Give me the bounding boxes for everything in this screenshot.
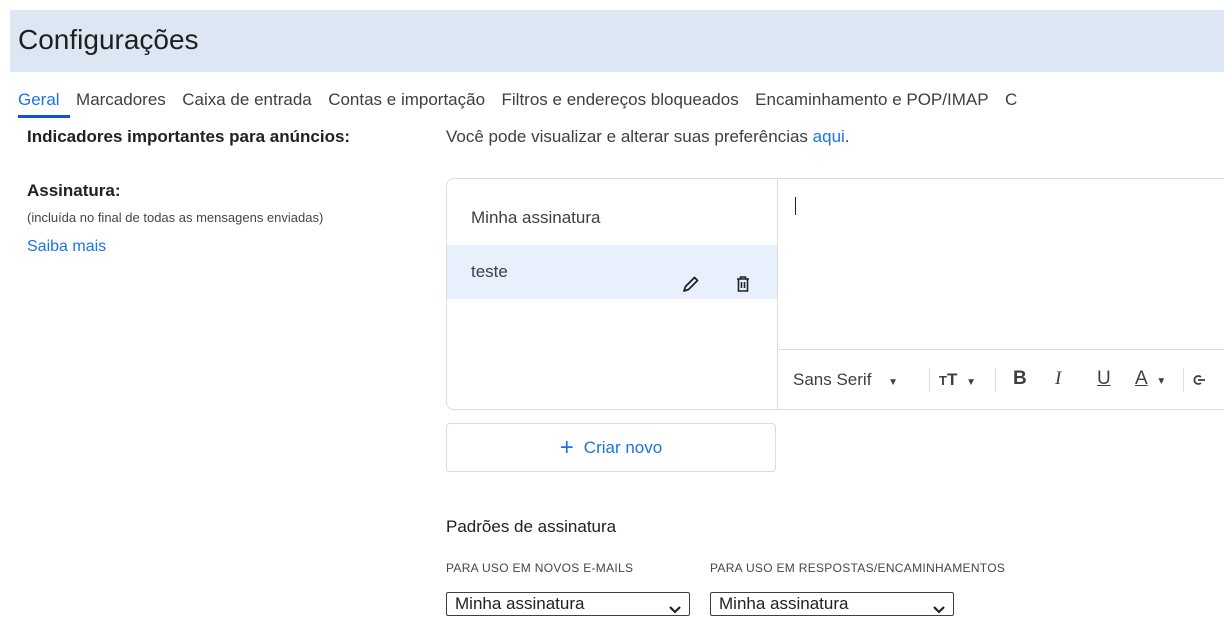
- font-family-label: Sans Serif: [793, 370, 872, 389]
- signature-item-minha-assinatura[interactable]: Minha assinatura: [447, 191, 777, 245]
- toolbar-divider: [995, 368, 996, 392]
- signature-defaults-title: Padrões de assinatura: [446, 517, 617, 536]
- chevron-down-icon: [933, 599, 945, 621]
- text-color-button[interactable]: A ▼: [1135, 368, 1166, 390]
- plus-icon: +: [559, 434, 574, 461]
- new-emails-label: PARA USO EM NOVOS E-MAILS: [446, 561, 634, 575]
- signature-hint: (incluída no final de todas as mensagens…: [27, 210, 324, 225]
- tab-marcadores[interactable]: Marcadores: [76, 90, 166, 118]
- page-title: Configurações: [18, 24, 199, 55]
- formatting-toolbar: Sans Serif ▼ TT ▼ B I U A ▼: [779, 349, 1224, 410]
- create-signature-label: Criar novo: [583, 438, 663, 457]
- chevron-down-icon: [669, 599, 681, 621]
- ads-label: Indicadores importantes para anúncios:: [27, 127, 351, 146]
- toolbar-divider: [1183, 368, 1184, 392]
- replies-signature-select[interactable]: Minha assinatura: [710, 592, 954, 616]
- caret-down-icon: ▼: [888, 377, 899, 388]
- caret-down-icon: ▼: [1156, 376, 1167, 387]
- new-emails-signature-select[interactable]: Minha assinatura: [446, 592, 690, 616]
- caret-down-icon: ▼: [966, 377, 976, 388]
- ads-text: Você pode visualizar e alterar suas pref…: [446, 127, 813, 146]
- link-icon[interactable]: [1193, 372, 1207, 392]
- ads-description: Você pode visualizar e alterar suas pref…: [446, 127, 850, 147]
- ads-suffix: .: [844, 127, 850, 146]
- new-emails-signature-value: Minha assinatura: [455, 594, 585, 613]
- settings-header: Configurações: [10, 10, 1224, 72]
- learn-more-link[interactable]: Saiba mais: [27, 238, 106, 256]
- text-caret: [795, 197, 796, 215]
- tab-encaminhamento-pop-imap[interactable]: Encaminhamento e POP/IMAP: [755, 90, 988, 118]
- tab-caixa-de-entrada[interactable]: Caixa de entrada: [182, 90, 311, 118]
- signature-editor[interactable]: [779, 179, 1224, 349]
- italic-button[interactable]: I: [1055, 368, 1061, 390]
- trash-icon[interactable]: [733, 262, 753, 292]
- signature-item-label: Minha assinatura: [471, 208, 601, 227]
- pencil-icon[interactable]: [681, 262, 701, 292]
- text-size-button[interactable]: TT ▼: [939, 370, 976, 390]
- bold-button[interactable]: B: [1013, 368, 1027, 390]
- text-color-icon: A: [1135, 368, 1148, 389]
- toolbar-divider: [929, 368, 930, 392]
- replies-signature-value: Minha assinatura: [719, 594, 849, 613]
- text-size-icon: TT: [939, 370, 958, 389]
- signature-label: Assinatura:: [27, 181, 121, 200]
- signature-item-label: teste: [471, 262, 508, 281]
- tab-filtros[interactable]: Filtros e endereços bloqueados: [502, 90, 739, 118]
- replies-label: PARA USO EM RESPOSTAS/ENCAMINHAMENTOS: [710, 561, 1006, 575]
- underline-button[interactable]: U: [1097, 368, 1111, 390]
- signature-item-teste[interactable]: teste: [447, 245, 777, 299]
- tab-contas-e-importacao[interactable]: Contas e importação: [328, 90, 485, 118]
- signature-list: Minha assinatura teste: [447, 179, 778, 409]
- settings-tabs: Geral Marcadores Caixa de entrada Contas…: [18, 90, 1224, 126]
- signature-panel: Minha assinatura teste Sans Serif ▼ TT ▼…: [446, 178, 1224, 410]
- ads-link[interactable]: aqui: [813, 127, 845, 146]
- font-family-select[interactable]: Sans Serif ▼: [793, 370, 898, 390]
- create-signature-button[interactable]: + Criar novo: [446, 423, 776, 472]
- tab-truncated[interactable]: C: [1005, 90, 1017, 118]
- tab-geral[interactable]: Geral: [18, 90, 70, 118]
